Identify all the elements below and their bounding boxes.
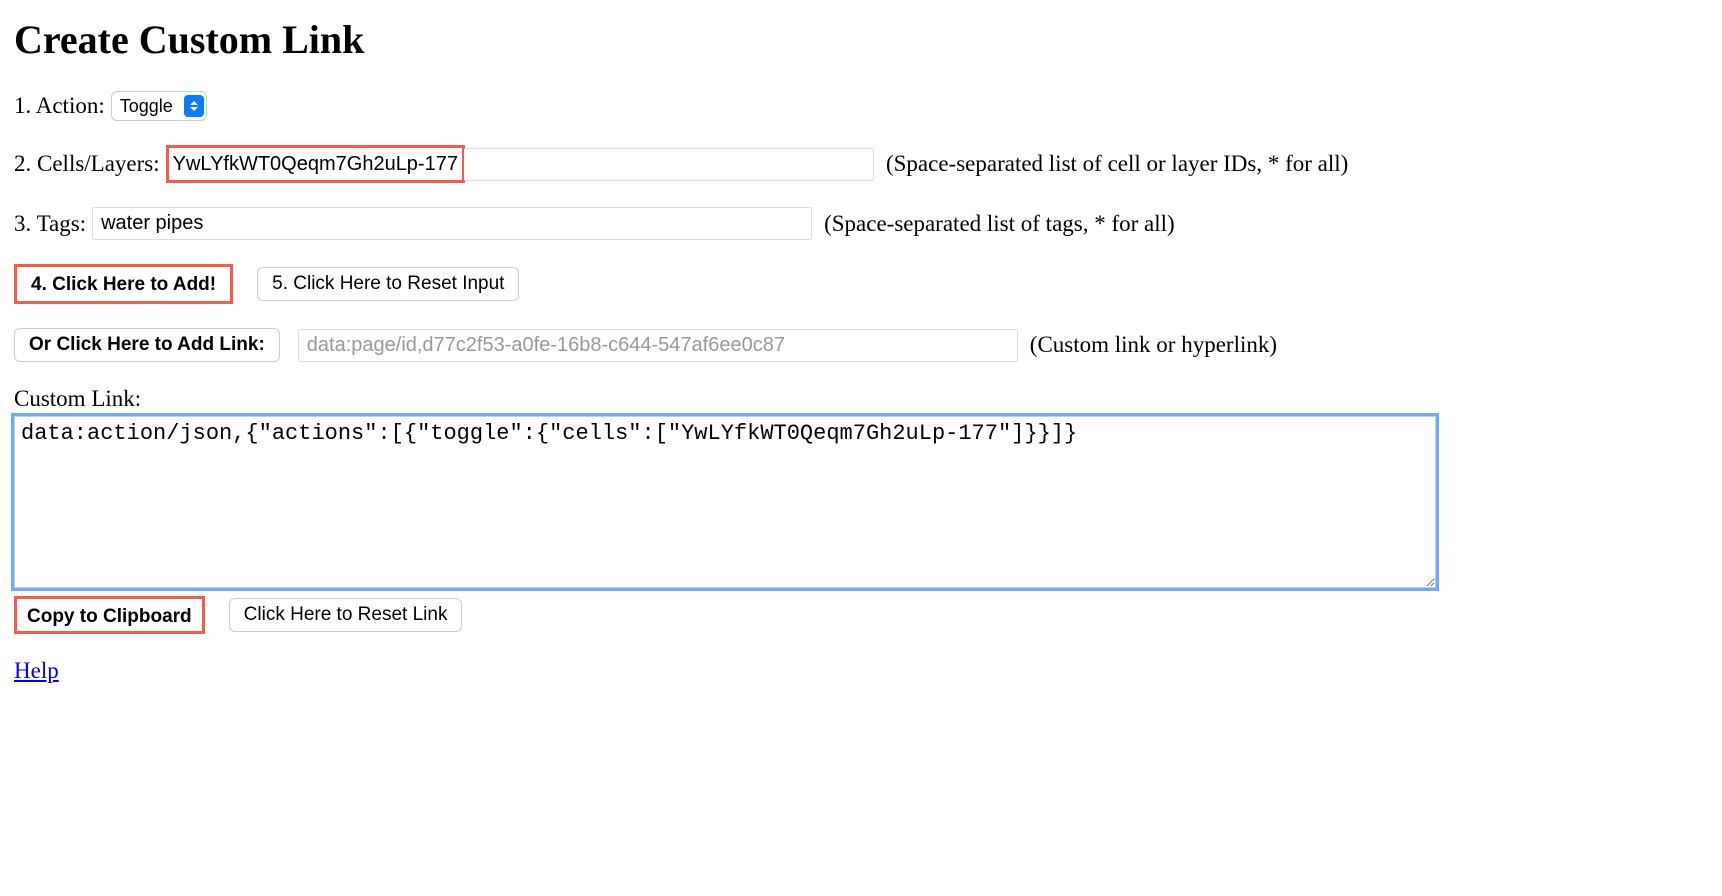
cells-input[interactable] [464, 148, 874, 181]
add-button[interactable]: 4. Click Here to Add! [25, 272, 222, 298]
action-row: 1. Action: Toggle [14, 91, 1708, 121]
copy-button-highlight: Copy to Clipboard [14, 596, 205, 634]
cells-row: 2. Cells/Layers: YwLYfkWT0Qeqm7Gh2uLp-17… [14, 145, 1708, 183]
cells-highlighted-value: YwLYfkWT0Qeqm7Gh2uLp-177 [166, 145, 465, 183]
custom-link-label: Custom Link: [14, 386, 1708, 412]
tags-input[interactable] [92, 207, 812, 240]
tags-row: 3. Tags: (Space-separated list of tags, … [14, 207, 1708, 240]
help-link[interactable]: Help [14, 658, 59, 683]
action-select[interactable]: Toggle [111, 91, 207, 121]
add-link-button[interactable]: Or Click Here to Add Link: [14, 328, 280, 362]
reset-input-button[interactable]: 5. Click Here to Reset Input [257, 267, 519, 301]
action-label: 1. Action: [14, 93, 105, 119]
page-title: Create Custom Link [14, 16, 1708, 63]
custom-link-textarea[interactable]: data:action/json,{"actions":[{"toggle":{… [14, 416, 1436, 588]
link-hint: (Custom link or hyperlink) [1030, 332, 1277, 358]
tags-label: 3. Tags: [14, 211, 86, 237]
add-reset-row: 4. Click Here to Add! 5. Click Here to R… [14, 264, 1708, 304]
reset-link-button[interactable]: Click Here to Reset Link [229, 598, 463, 632]
add-link-row: Or Click Here to Add Link: (Custom link … [14, 328, 1708, 362]
add-button-highlight: 4. Click Here to Add! [14, 264, 233, 304]
cells-label: 2. Cells/Layers: [14, 151, 160, 177]
cells-hint: (Space-separated list of cell or layer I… [886, 151, 1348, 177]
bottom-buttons-row: Copy to Clipboard Click Here to Reset Li… [14, 596, 1708, 634]
copy-clipboard-button[interactable]: Copy to Clipboard [23, 606, 196, 628]
tags-hint: (Space-separated list of tags, * for all… [824, 211, 1175, 237]
link-input[interactable] [298, 329, 1018, 362]
